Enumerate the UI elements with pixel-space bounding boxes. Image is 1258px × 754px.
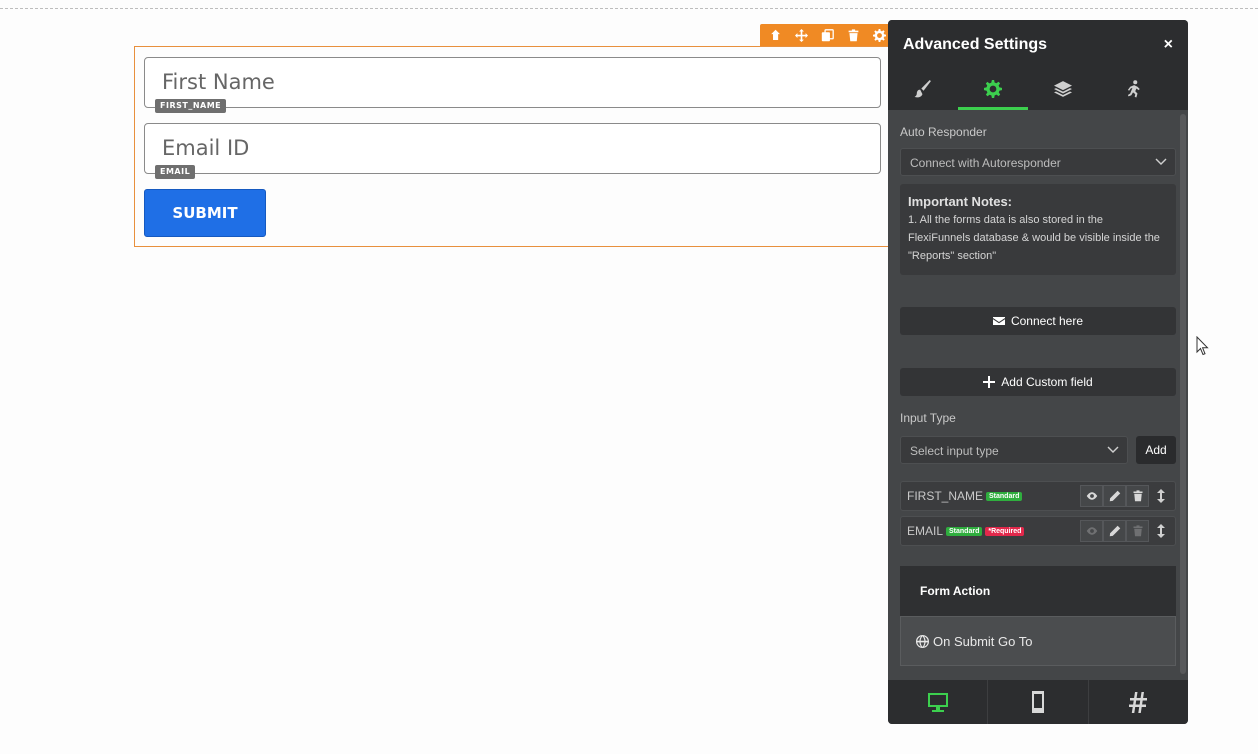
edit-field-button[interactable] bbox=[1103, 520, 1126, 542]
layers-icon bbox=[1054, 80, 1072, 97]
advanced-settings-panel: Advanced Settings × Auto Responder Conne… bbox=[888, 20, 1188, 724]
tab-animation[interactable] bbox=[1098, 70, 1168, 110]
duplicate-button[interactable] bbox=[816, 24, 838, 46]
move-button[interactable] bbox=[790, 24, 812, 46]
add-custom-field-button[interactable]: Add Custom field bbox=[900, 368, 1176, 396]
custom-css-button[interactable] bbox=[1089, 680, 1188, 724]
submit-button[interactable]: SUBMIT bbox=[144, 189, 266, 237]
autoresponder-select-value: Connect with Autoresponder bbox=[910, 156, 1061, 170]
move-icon bbox=[794, 28, 808, 42]
standard-badge: Standard bbox=[986, 491, 1023, 501]
tab-layers[interactable] bbox=[1028, 70, 1098, 110]
mouse-cursor-icon bbox=[1196, 336, 1209, 356]
field-row-first-name: FIRST_NAME Standard bbox=[900, 481, 1176, 511]
chevron-down-icon bbox=[1107, 443, 1119, 455]
mobile-view-button[interactable] bbox=[988, 680, 1089, 724]
sort-icon bbox=[1157, 489, 1165, 503]
email-tag: EMAIL bbox=[155, 165, 196, 179]
email-field[interactable]: Email ID bbox=[144, 123, 881, 174]
brush-icon bbox=[914, 79, 931, 97]
input-type-label: Input Type bbox=[900, 411, 956, 425]
pencil-icon bbox=[1109, 525, 1120, 537]
required-badge: *Required bbox=[985, 526, 1025, 536]
animation-icon bbox=[1127, 79, 1140, 97]
panel-title: Advanced Settings bbox=[903, 36, 1048, 53]
mobile-icon bbox=[1031, 691, 1044, 713]
pencil-icon bbox=[1109, 490, 1120, 502]
panel-body: Auto Responder Connect with Autoresponde… bbox=[888, 110, 1188, 680]
element-settings-button[interactable] bbox=[868, 24, 890, 46]
element-toolbar bbox=[760, 24, 890, 46]
desktop-view-button[interactable] bbox=[888, 680, 989, 724]
toggle-visibility-button bbox=[1080, 520, 1103, 542]
row-actions bbox=[1080, 520, 1149, 542]
input-type-select-value: Select input type bbox=[910, 444, 999, 458]
device-switcher bbox=[888, 680, 1188, 724]
tabs-spacer bbox=[1168, 70, 1188, 110]
sort-icon bbox=[1157, 524, 1165, 538]
hash-icon bbox=[1129, 692, 1148, 713]
tab-settings[interactable] bbox=[958, 70, 1028, 110]
notes-title: Important Notes: bbox=[908, 194, 1012, 209]
input-type-select[interactable]: Select input type bbox=[900, 436, 1128, 464]
first-name-field[interactable]: First Name bbox=[144, 57, 881, 108]
trash-icon bbox=[1133, 525, 1142, 537]
field-row-name: FIRST_NAME bbox=[907, 489, 984, 503]
standard-badge: Standard bbox=[946, 526, 983, 536]
add-custom-field-label: Add Custom field bbox=[1001, 375, 1093, 389]
auto-responder-label: Auto Responder bbox=[900, 125, 987, 139]
globe-icon bbox=[916, 634, 929, 648]
desktop-icon bbox=[927, 693, 948, 712]
panel-tabs bbox=[888, 70, 1188, 110]
delete-field-button[interactable] bbox=[1126, 485, 1149, 507]
panel-scrollbar[interactable] bbox=[1180, 114, 1186, 674]
autoresponder-select[interactable]: Connect with Autoresponder bbox=[900, 148, 1176, 176]
add-input-type-button[interactable]: Add bbox=[1136, 436, 1176, 464]
notes-text: 1. All the forms data is also stored in … bbox=[908, 214, 1160, 262]
field-row-email: EMAIL Standard *Required bbox=[900, 516, 1176, 546]
drag-handle[interactable] bbox=[1156, 524, 1166, 538]
eye-icon bbox=[1086, 492, 1097, 500]
trash-icon bbox=[848, 28, 858, 41]
form-block[interactable]: First Name FIRST_NAME Email ID EMAIL SUB… bbox=[134, 46, 894, 247]
edit-field-button[interactable] bbox=[1103, 485, 1126, 507]
delete-element-button[interactable] bbox=[842, 24, 864, 46]
connect-here-button[interactable]: Connect here bbox=[900, 307, 1176, 335]
connect-here-label: Connect here bbox=[1010, 314, 1084, 328]
panel-header: Advanced Settings × bbox=[888, 20, 1188, 70]
close-panel-button[interactable]: × bbox=[1164, 36, 1173, 54]
envelope-icon bbox=[992, 317, 1005, 325]
eye-icon bbox=[1086, 527, 1097, 535]
first-name-tag: FIRST_NAME bbox=[155, 99, 227, 113]
drag-handle[interactable] bbox=[1156, 489, 1166, 503]
form-action-header[interactable]: Form Action bbox=[900, 566, 1176, 616]
on-submit-go-to[interactable]: On Submit Go To bbox=[900, 616, 1176, 666]
important-notes: Important Notes: 1. All the forms data i… bbox=[900, 184, 1176, 275]
toggle-visibility-button[interactable] bbox=[1080, 485, 1103, 507]
row-actions bbox=[1080, 485, 1149, 507]
on-submit-label: On Submit Go To bbox=[933, 633, 1033, 649]
duplicate-icon bbox=[821, 28, 834, 41]
gear-icon bbox=[872, 28, 886, 42]
field-row-name: EMAIL bbox=[907, 524, 944, 538]
chevron-down-icon bbox=[1155, 155, 1167, 167]
delete-field-button bbox=[1126, 520, 1149, 542]
plus-icon bbox=[983, 376, 996, 388]
tab-style[interactable] bbox=[888, 70, 958, 110]
gear-icon bbox=[984, 79, 1002, 98]
arrow-up-icon bbox=[770, 29, 780, 40]
trash-icon bbox=[1133, 490, 1142, 502]
canvas-top-border bbox=[0, 8, 1258, 9]
move-up-button[interactable] bbox=[764, 24, 786, 46]
